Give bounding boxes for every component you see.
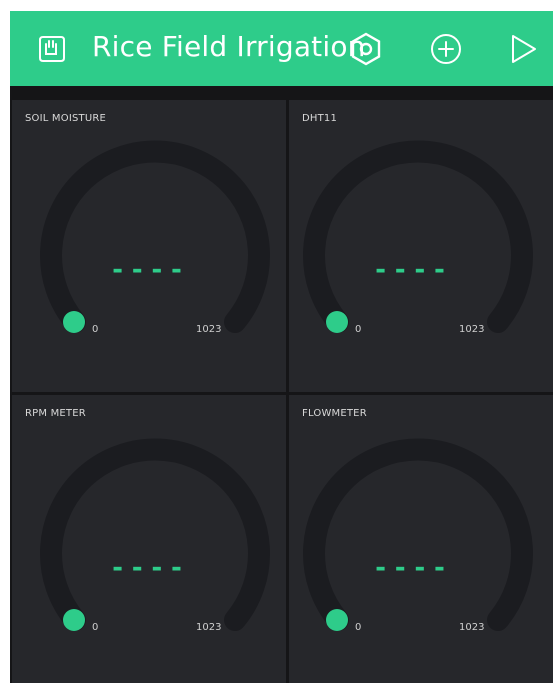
gauge-indicator (326, 311, 348, 333)
widget-dht11[interactable]: DHT11 ---- 0 1023 (289, 100, 553, 392)
device-icon[interactable] (34, 31, 70, 67)
widget-soil-moisture[interactable]: SOIL MOISTURE ---- 0 1023 (12, 100, 286, 392)
settings-icon[interactable] (348, 31, 384, 67)
widget-rpm-meter[interactable]: RPM METER ---- 0 1023 (12, 395, 286, 683)
gauge (40, 140, 270, 333)
gauge-value: ---- (109, 553, 189, 583)
gauge-indicator (63, 609, 85, 631)
app-title: Rice Field Irrigation (92, 30, 366, 63)
gauge-indicator (326, 609, 348, 631)
gauge-value: ---- (372, 553, 452, 583)
gauge-min-label: 0 (355, 324, 362, 335)
gauge-min-label: 0 (92, 622, 99, 633)
add-icon[interactable] (428, 31, 464, 67)
gauge-min-label: 0 (92, 324, 99, 335)
gauge-max-label: 1023 (196, 324, 222, 335)
gauge-max-label: 1023 (196, 622, 222, 633)
gauge-min-label: 0 (355, 622, 362, 633)
widget-flowmeter[interactable]: FLOWMETER ---- 0 1023 (289, 395, 553, 683)
gauge-max-label: 1023 (459, 622, 485, 633)
gauge-value: ---- (372, 255, 452, 285)
gauge (40, 438, 270, 631)
widget-grid: SOIL MOISTURE ---- 0 1023 DHT11 ---- 0 1… (10, 86, 553, 683)
gauge-value: ---- (109, 255, 189, 285)
gauge-max-label: 1023 (459, 324, 485, 335)
gauge-indicator (63, 311, 85, 333)
play-icon[interactable] (505, 31, 541, 67)
gauge (303, 438, 533, 631)
gauge (303, 140, 533, 333)
app-header: Rice Field Irrigation (10, 11, 553, 86)
